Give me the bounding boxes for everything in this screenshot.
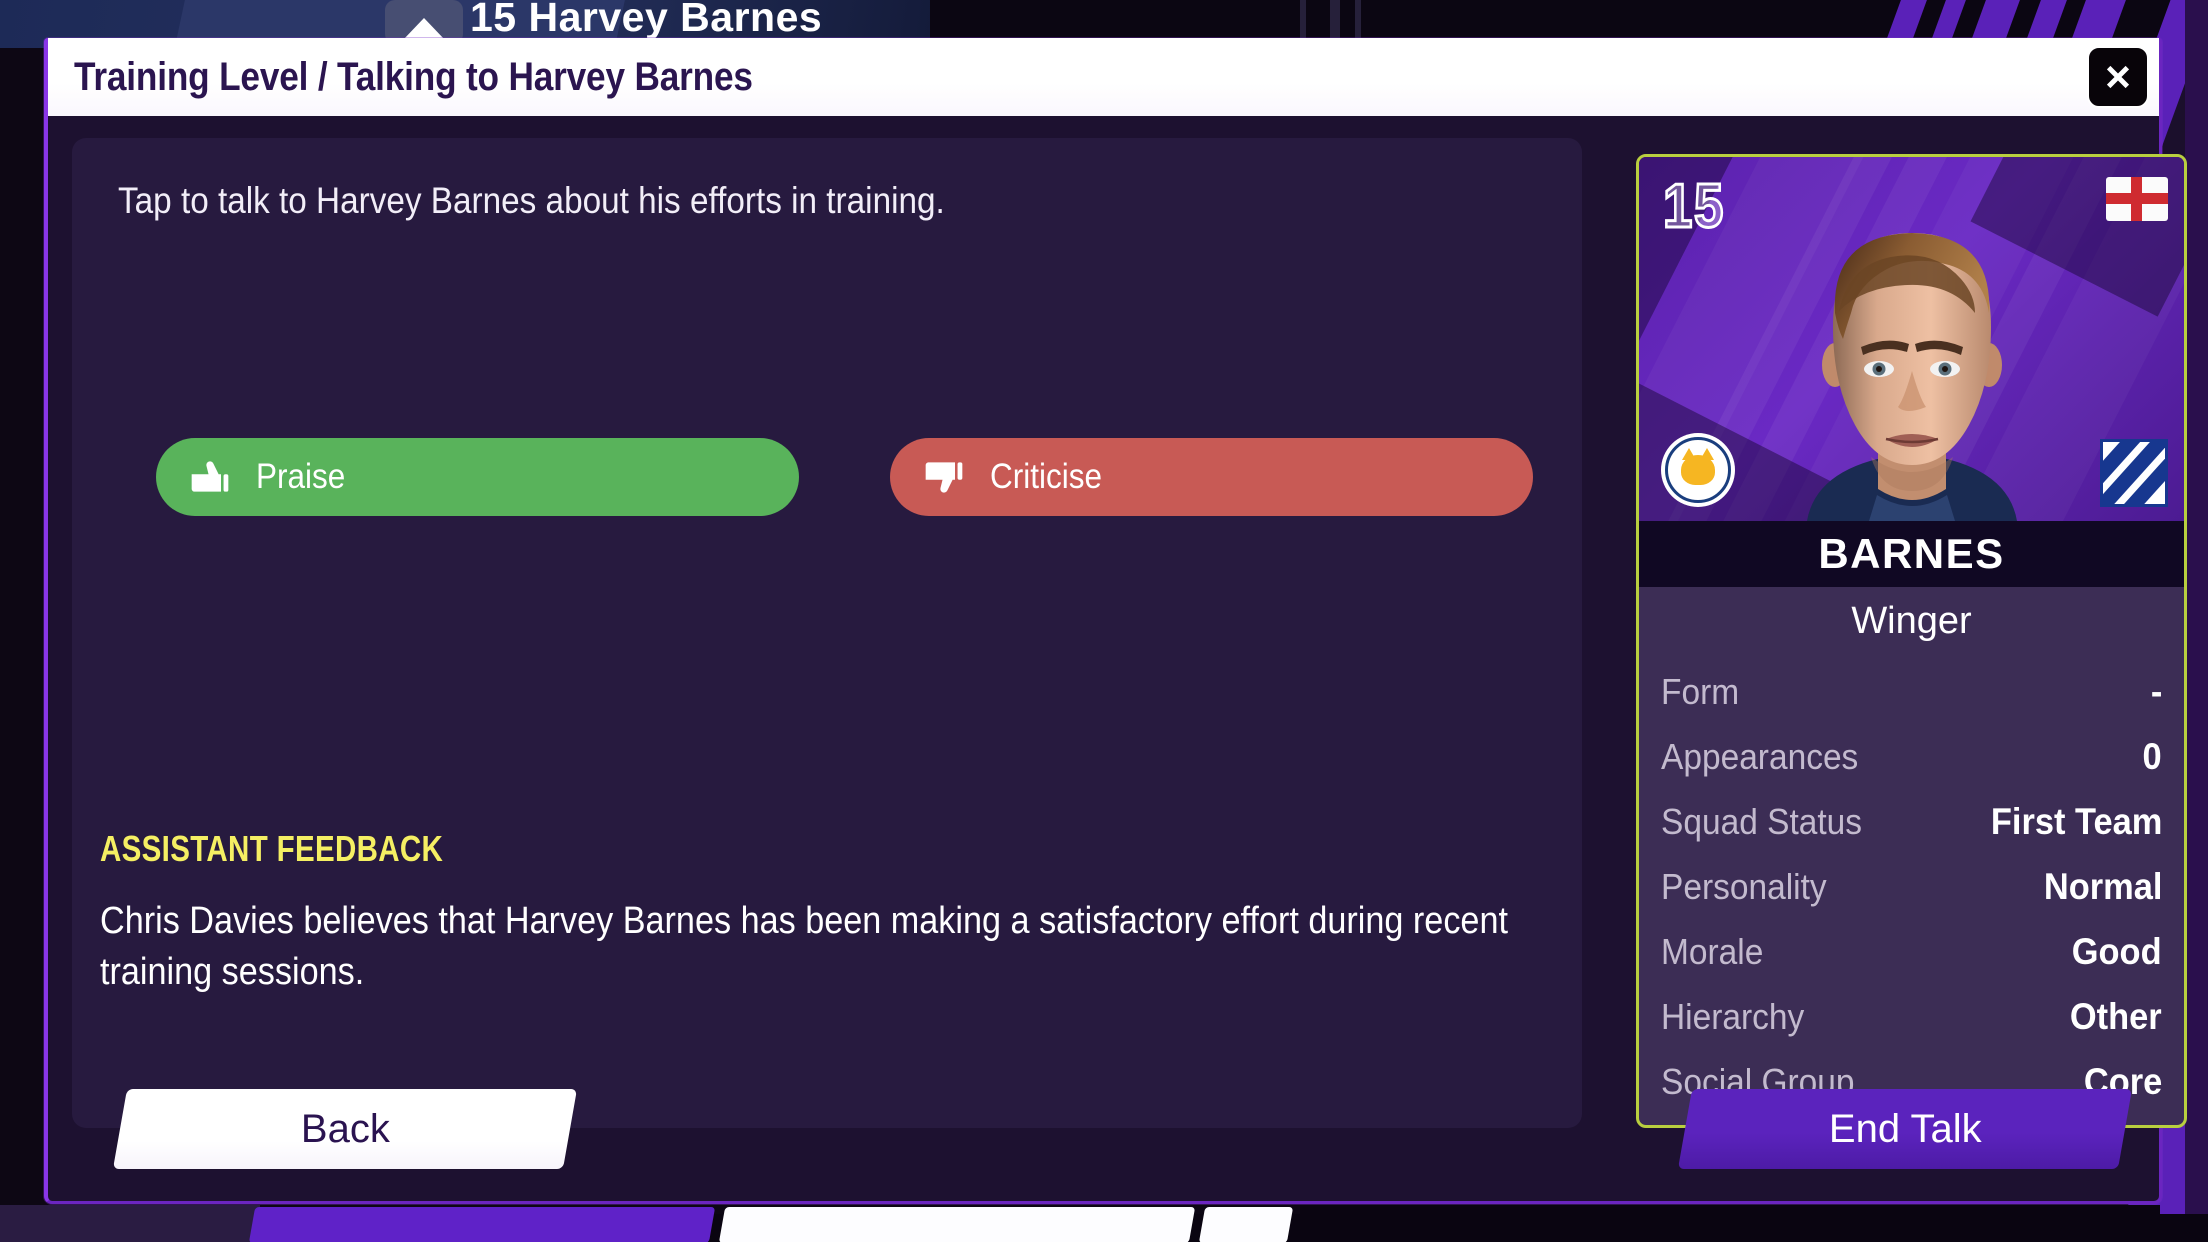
- background-bottom-bar: [0, 1205, 260, 1242]
- praise-button-label: Praise: [256, 457, 346, 496]
- thumbs-up-icon: [191, 461, 229, 492]
- table-row: Squad Status First Team: [1661, 789, 2162, 854]
- player-surname-text: BARNES: [1818, 530, 2005, 577]
- stat-label: Morale: [1661, 930, 1764, 972]
- stat-label: Hierarchy: [1661, 995, 1805, 1037]
- assistant-feedback-body: Chris Davies believes that Harvey Barnes…: [100, 900, 1508, 993]
- shirt-number: 15: [1662, 171, 1726, 243]
- table-row: Personality Normal: [1661, 854, 2162, 919]
- back-button[interactable]: Back: [112, 1089, 578, 1169]
- stat-value: First Team: [1990, 800, 2162, 842]
- table-row: Appearances 0: [1661, 724, 2162, 789]
- assistant-feedback-section: ASSISTANT FEEDBACK Chris Davies believes…: [100, 828, 1540, 997]
- stat-label: Form: [1661, 670, 1740, 712]
- stat-label: Squad Status: [1661, 800, 1863, 842]
- flag-bar: [2131, 177, 2142, 221]
- leicester-city-badge-icon: [1661, 433, 1735, 507]
- stat-value: Normal: [2043, 865, 2162, 907]
- prompt-text: Tap to talk to Harvey Barnes about his e…: [118, 180, 945, 221]
- back-button-label: Back: [300, 1106, 390, 1151]
- fox-icon: [1681, 448, 1715, 485]
- stat-label: Personality: [1661, 865, 1827, 907]
- background-bottom-button: [248, 1207, 716, 1242]
- criticise-button[interactable]: Criticise: [890, 438, 1533, 516]
- stat-value: Good: [2072, 930, 2162, 972]
- stat-value: -: [2150, 670, 2162, 712]
- assistant-feedback-heading: ASSISTANT FEEDBACK: [100, 828, 444, 869]
- england-flag-icon: [2106, 177, 2168, 221]
- table-row: Hierarchy Other: [1661, 984, 2162, 1049]
- player-portrait: [1806, 233, 2017, 521]
- table-row: Morale Good: [1661, 919, 2162, 984]
- dialog-training-talk: Training Level / Talking to Harvey Barne…: [44, 38, 2187, 1204]
- stat-value: Other: [2070, 995, 2162, 1037]
- praise-button[interactable]: Praise: [156, 438, 799, 516]
- player-position: Winger: [1639, 587, 2184, 655]
- player-surname: BARNES: [1639, 521, 2184, 587]
- background-bottom-bar: [1300, 1205, 2160, 1242]
- close-icon: [2106, 65, 2130, 89]
- background-bottom-button: [718, 1207, 1196, 1242]
- player-stats-list: Form - Appearances 0 Squad Status First …: [1639, 655, 2184, 1114]
- dialog-content-panel: Tap to talk to Harvey Barnes about his e…: [72, 138, 1582, 1128]
- end-talk-button[interactable]: End Talk: [1677, 1089, 2133, 1169]
- end-talk-button-label: End Talk: [1828, 1106, 1982, 1151]
- player-position-text: Winger: [1851, 599, 1972, 642]
- badge-ring: [1665, 437, 1731, 503]
- background-bottom-button: [1198, 1207, 1294, 1242]
- dialog-title-bar: Training Level / Talking to Harvey Barne…: [48, 38, 2159, 116]
- background-banner-title: 15 Harvey Barnes: [470, 0, 823, 40]
- table-row: Form -: [1661, 659, 2162, 724]
- player-card[interactable]: 15 BARNES Winger Form - Appearances 0 Sq…: [1636, 154, 2187, 1128]
- criticise-button-label: Criticise: [990, 457, 1103, 496]
- page-title: Training Level / Talking to Harvey Barne…: [74, 54, 753, 99]
- kit-icon: [2100, 439, 2168, 507]
- stat-value: 0: [2142, 735, 2162, 777]
- action-buttons: Praise Criticise: [156, 438, 1533, 516]
- background-band: [2185, 0, 2208, 1242]
- player-card-photo-area: 15: [1639, 157, 2184, 521]
- thumbs-down-icon: [925, 462, 963, 493]
- close-button[interactable]: [2087, 46, 2149, 108]
- stat-label: Appearances: [1661, 735, 1859, 777]
